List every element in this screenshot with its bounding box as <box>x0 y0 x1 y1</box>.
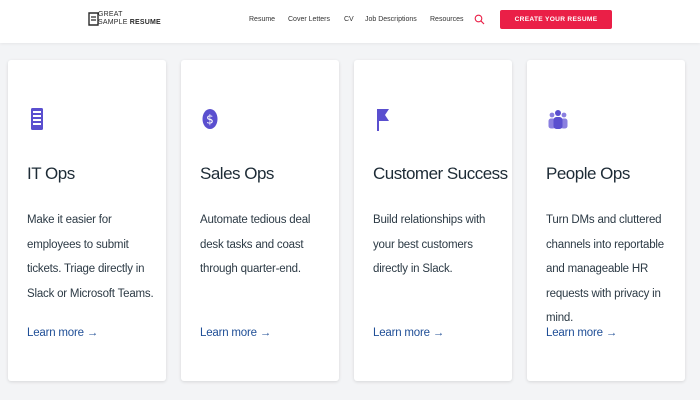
nav-resources[interactable]: Resources <box>430 16 463 23</box>
nav-cv[interactable]: CV <box>344 16 354 23</box>
card-description: Build relationships with your best custo… <box>373 214 486 275</box>
card-sales-ops: $ Sales Ops Automate tedious deal desk t… <box>181 60 339 381</box>
card-title: IT Ops <box>27 164 75 183</box>
card-customer-success: Customer Success Build relationships wit… <box>354 60 512 381</box>
logo-text: Great Sample Resume <box>98 11 161 27</box>
logo-line-1: Great <box>98 11 123 18</box>
card-description: Turn DMs and cluttered channels into rep… <box>546 214 664 324</box>
card-description: Automate tedious deal desk tasks and coa… <box>200 214 311 275</box>
server-stack-icon <box>31 108 43 130</box>
search-icon[interactable] <box>474 14 485 25</box>
flag-icon <box>377 109 389 131</box>
nav-job-descriptions[interactable]: Job Descriptions <box>365 16 417 23</box>
card-it-ops: IT Ops Make it easier for employees to s… <box>8 60 166 381</box>
dollar-circle-icon: $ <box>202 109 218 129</box>
logo-line-2a: Sample <box>98 19 128 26</box>
nav-cover-letters[interactable]: Cover Letters <box>288 16 330 23</box>
svg-text:$: $ <box>206 113 214 127</box>
site-logo[interactable]: Great Sample Resume <box>87 10 177 30</box>
nav-resume[interactable]: Resume <box>249 16 275 23</box>
people-group-icon <box>548 110 568 129</box>
logo-line-2b: Resume <box>129 19 161 26</box>
learn-more-link[interactable]: Learn more → <box>373 327 444 339</box>
create-resume-button[interactable]: Create your resume <box>500 10 612 29</box>
card-title: Sales Ops <box>200 164 274 183</box>
card-title: People Ops <box>546 164 630 183</box>
card-title: Customer Success <box>373 164 508 183</box>
card-description: Make it easier for employees to submit t… <box>27 214 154 300</box>
top-navbar: Great Sample Resume Resume Cover Letters… <box>0 0 700 43</box>
learn-more-link[interactable]: Learn more → <box>27 327 98 339</box>
learn-more-link[interactable]: Learn more → <box>200 327 271 339</box>
learn-more-link[interactable]: Learn more → <box>546 327 617 339</box>
card-people-ops: People Ops Turn DMs and cluttered channe… <box>527 60 685 381</box>
